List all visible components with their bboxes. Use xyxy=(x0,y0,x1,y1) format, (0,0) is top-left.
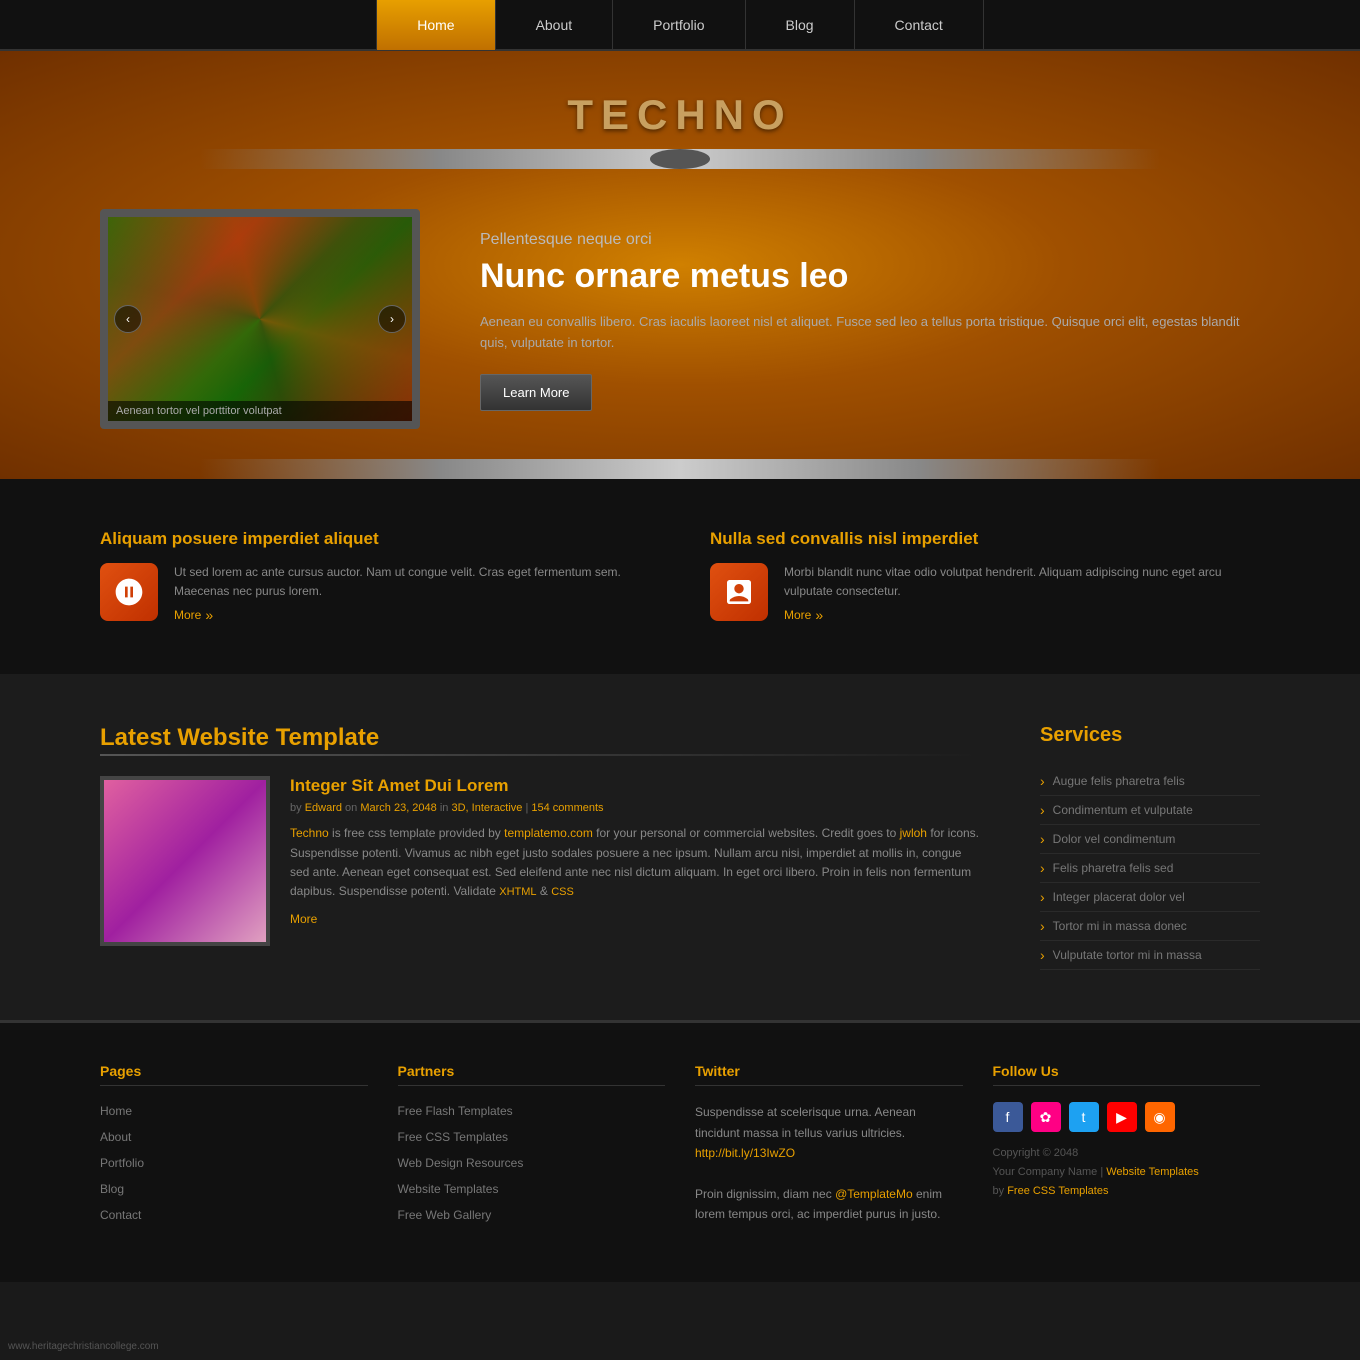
footer-link-blog[interactable]: Blog xyxy=(100,1182,124,1196)
service-item-7: Vulputate tortor mi in massa xyxy=(1040,941,1260,970)
footer-twitter-col: Twitter Suspendisse at scelerisque urna.… xyxy=(695,1063,963,1232)
facebook-icon[interactable]: f xyxy=(993,1102,1023,1132)
footer-twitter-title: Twitter xyxy=(695,1063,963,1086)
footer-twitter-content: Suspendisse at scelerisque urna. Aenean … xyxy=(695,1102,963,1224)
blog-templatemo-link[interactable]: templatemo.com xyxy=(504,826,593,840)
blog-post-meta: by Edward on March 23, 2048 in 3D, Inter… xyxy=(290,802,980,814)
partner-webdesign[interactable]: Web Design Resources xyxy=(398,1156,524,1170)
blog-post-text: Techno is free css template provided by … xyxy=(290,824,980,901)
service-item-1: Augue felis pharetra felis xyxy=(1040,767,1260,796)
free-css-link[interactable]: Free CSS Templates xyxy=(1007,1185,1108,1197)
footer-follow-col: Follow Us f ✿ t ▶ ◉ Copyright © 2048 You… xyxy=(993,1063,1261,1232)
blog-comments: 154 comments xyxy=(531,802,603,814)
service-item-3: Dolor vel condimentum xyxy=(1040,825,1260,854)
twitter-text2: Proin dignissim, diam nec xyxy=(695,1187,832,1201)
nav-blog[interactable]: Blog xyxy=(746,0,855,50)
xhtml-tag: XHTML xyxy=(499,886,536,898)
hero-text-block: Pellentesque neque orci Nunc ornare metu… xyxy=(480,227,1260,410)
blog-date: March 23, 2048 xyxy=(360,802,436,814)
footer-partners-list: Free Flash Templates Free CSS Templates … xyxy=(398,1102,666,1224)
feature-1-icon xyxy=(100,563,158,621)
flickr-icon[interactable]: ✿ xyxy=(1031,1102,1061,1132)
nav-home[interactable]: Home xyxy=(376,0,495,50)
footer-pages-list: Home About Portfolio Blog Contact xyxy=(100,1102,368,1224)
sidebar: Services Augue felis pharetra felis Cond… xyxy=(1040,724,1260,970)
nav-portfolio[interactable]: Portfolio xyxy=(613,0,745,50)
blog-divider xyxy=(100,754,980,756)
company-name: Your Company Name xyxy=(993,1166,1098,1178)
footer-follow-title: Follow Us xyxy=(993,1063,1261,1086)
blog-post-title: Integer Sit Amet Dui Lorem xyxy=(290,776,980,796)
hero-slider: ‹ › Aenean tortor vel porttitor volutpat xyxy=(100,209,420,429)
service-item-6: Tortor mi in massa donec xyxy=(1040,912,1260,941)
partner-gallery[interactable]: Free Web Gallery xyxy=(398,1208,492,1222)
blog-thumbnail xyxy=(100,776,270,946)
slider-caption: Aenean tortor vel porttitor volutpat xyxy=(108,401,412,421)
youtube-icon[interactable]: ▶ xyxy=(1107,1102,1137,1132)
watermark: www.heritagechristiancollege.com xyxy=(8,1341,159,1352)
partner-css[interactable]: Free CSS Templates xyxy=(398,1130,509,1144)
feature-1-more[interactable]: More xyxy=(174,607,213,623)
partner-flash[interactable]: Free Flash Templates xyxy=(398,1104,513,1118)
service-item-4: Felis pharetra felis sed xyxy=(1040,854,1260,883)
twitter-handle[interactable]: @TemplateMo xyxy=(835,1187,913,1201)
hero-top-divider xyxy=(200,149,1160,169)
blog-categories: 3D, Interactive xyxy=(451,802,522,814)
footer-link-contact[interactable]: Contact xyxy=(100,1208,141,1222)
feature-2-body: Morbi blandit nunc vitae odio volutpat h… xyxy=(784,563,1260,601)
footer-partners-title: Partners xyxy=(398,1063,666,1086)
website-templates-link[interactable]: Website Templates xyxy=(1106,1166,1199,1178)
rss-icon[interactable]: ◉ xyxy=(1145,1102,1175,1132)
hero-description: Aenean eu convallis libero. Cras iaculis… xyxy=(480,312,1260,354)
footer-pages-title: Pages xyxy=(100,1063,368,1086)
copyright-year: 2048 xyxy=(1054,1147,1078,1159)
feature-1-title: Aliquam posuere imperdiet aliquet xyxy=(100,529,650,549)
blog-post-content: Integer Sit Amet Dui Lorem by Edward on … xyxy=(290,776,980,946)
nav-contact[interactable]: Contact xyxy=(855,0,984,50)
social-icons-row: f ✿ t ▶ ◉ xyxy=(993,1102,1261,1132)
hero-heading: Nunc ornare metus leo xyxy=(480,257,1260,296)
twitter-link1[interactable]: http://bit.ly/13IwZO xyxy=(695,1146,795,1160)
css-tag: CSS xyxy=(551,886,574,898)
service-item-2: Condimentum et vulputate xyxy=(1040,796,1260,825)
footer-partners-col: Partners Free Flash Templates Free CSS T… xyxy=(398,1063,666,1232)
blog-post: Integer Sit Amet Dui Lorem by Edward on … xyxy=(100,776,980,946)
main-navigation: Home About Portfolio Blog Contact xyxy=(0,0,1360,51)
partner-website[interactable]: Website Templates xyxy=(398,1182,499,1196)
footer-pages-col: Pages Home About Portfolio Blog Contact xyxy=(100,1063,368,1232)
site-title: TECHNO xyxy=(0,91,1360,149)
blog-section: Latest Website Template Integer Sit Amet… xyxy=(100,724,980,970)
features-section: Aliquam posuere imperdiet aliquet Ut sed… xyxy=(0,479,1360,674)
copyright-block: Copyright © 2048 Your Company Name | Web… xyxy=(993,1144,1261,1200)
footer: Pages Home About Portfolio Blog Contact … xyxy=(0,1020,1360,1282)
blog-title: Latest Website Template xyxy=(100,724,980,752)
hero-section: TECHNO ‹ › Aenean tortor vel porttitor v… xyxy=(0,51,1360,479)
nav-about[interactable]: About xyxy=(496,0,614,50)
blog-author: Edward xyxy=(305,802,342,814)
main-section: Latest Website Template Integer Sit Amet… xyxy=(0,674,1360,1020)
footer-link-home[interactable]: Home xyxy=(100,1104,132,1118)
sidebar-title: Services xyxy=(1040,724,1260,747)
blog-jwloh-link[interactable]: jwloh xyxy=(900,826,927,840)
footer-link-about[interactable]: About xyxy=(100,1130,131,1144)
blog-techno-link[interactable]: Techno xyxy=(290,826,329,840)
slider-next-btn[interactable]: › xyxy=(378,305,406,333)
hero-subtitle: Pellentesque neque orci xyxy=(480,227,1260,253)
service-item-5: Integer placerat dolor vel xyxy=(1040,883,1260,912)
feature-2: Nulla sed convallis nisl imperdiet Morbi… xyxy=(710,529,1260,624)
blog-more-link[interactable]: More xyxy=(290,912,317,926)
feature-2-icon xyxy=(710,563,768,621)
footer-link-portfolio[interactable]: Portfolio xyxy=(100,1156,144,1170)
feature-1-body: Ut sed lorem ac ante cursus auctor. Nam … xyxy=(174,563,650,601)
hero-bottom-divider xyxy=(200,459,1160,479)
twitter-icon[interactable]: t xyxy=(1069,1102,1099,1132)
feature-2-title: Nulla sed convallis nisl imperdiet xyxy=(710,529,1260,549)
feature-1: Aliquam posuere imperdiet aliquet Ut sed… xyxy=(100,529,650,624)
services-list: Augue felis pharetra felis Condimentum e… xyxy=(1040,767,1260,970)
feature-2-more[interactable]: More xyxy=(784,607,823,623)
twitter-text1: Suspendisse at scelerisque urna. Aenean … xyxy=(695,1105,916,1139)
slider-prev-btn[interactable]: ‹ xyxy=(114,305,142,333)
learn-more-button[interactable]: Learn More xyxy=(480,374,592,411)
